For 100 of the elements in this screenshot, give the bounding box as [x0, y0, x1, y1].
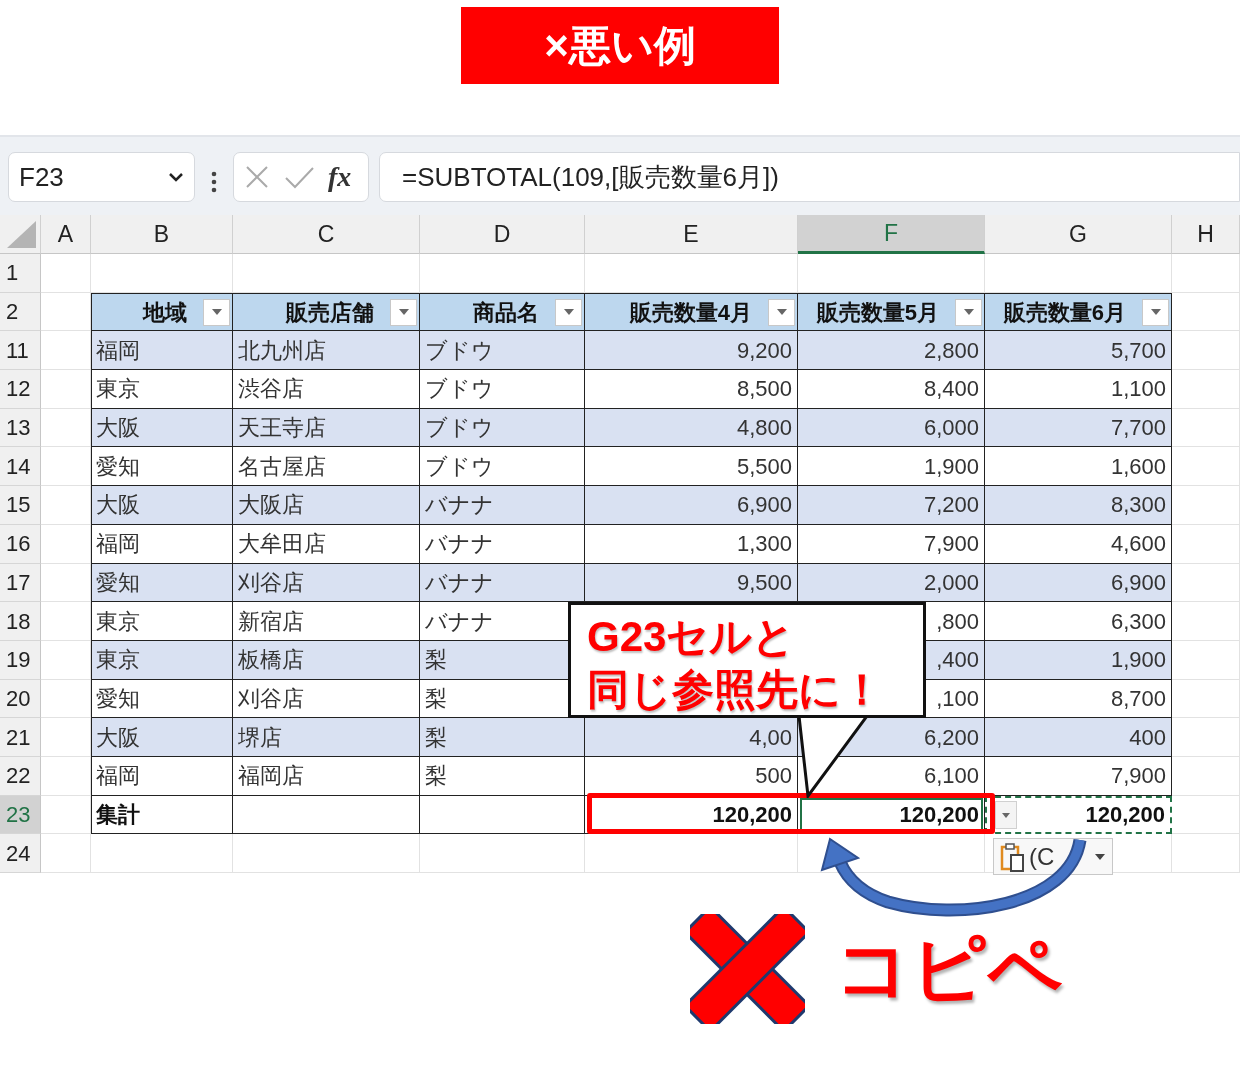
column-header[interactable]: H — [1172, 215, 1240, 254]
row-header[interactable]: 16 — [0, 524, 41, 564]
table-cell: バナナ — [420, 563, 585, 603]
filter-button[interactable] — [203, 298, 230, 326]
table-cell: ブドウ — [420, 331, 585, 371]
title-banner: ×悪い例 — [461, 7, 779, 84]
chevron-down-icon[interactable] — [168, 171, 184, 183]
table-cell: 6,000 — [798, 408, 985, 448]
row-header[interactable]: 15 — [0, 486, 41, 525]
caret-icon — [1149, 308, 1162, 317]
filter-button[interactable] — [1142, 298, 1169, 326]
row-header[interactable]: 2 — [0, 292, 41, 332]
empty-cell — [1172, 602, 1240, 641]
caption-text: コピペ — [835, 926, 1063, 1012]
table-cell: 梨 — [420, 756, 585, 796]
table-cell: 2,800 — [798, 331, 985, 371]
table-cell: 大牟田店 — [233, 524, 420, 564]
table-cell: 東京 — [91, 640, 233, 680]
column-heading: 商品名 — [473, 298, 539, 327]
caret-icon — [1001, 811, 1011, 819]
empty-cell — [1172, 524, 1240, 564]
table-cell: 福岡店 — [233, 756, 420, 796]
empty-cell — [1172, 370, 1240, 409]
column-header[interactable]: F — [798, 215, 985, 254]
table-cell: 6,300 — [985, 602, 1172, 641]
column-header[interactable]: E — [585, 215, 798, 254]
table-cell: 7,900 — [985, 756, 1172, 796]
table-cell: 大阪店 — [233, 486, 420, 525]
callout-text: G23セルと — [587, 612, 796, 662]
table-cell: 9,500 — [585, 563, 798, 603]
table-cell: 2,000 — [798, 563, 985, 603]
row-header[interactable]: 24 — [0, 834, 41, 873]
filter-button[interactable] — [768, 298, 795, 326]
caret-icon — [1094, 852, 1106, 861]
column-header[interactable]: C — [233, 215, 420, 254]
row-header[interactable]: 12 — [0, 370, 41, 409]
column-heading: 販売数量5月 — [816, 298, 939, 327]
table-cell: 4,600 — [985, 524, 1172, 564]
filter-button[interactable] — [390, 298, 417, 326]
table-cell: 1,100 — [985, 370, 1172, 409]
table-cell: 集計 — [91, 795, 233, 835]
column-header[interactable]: G — [985, 215, 1172, 254]
table-cell: 6,900 — [985, 563, 1172, 603]
dropdown-button[interactable] — [995, 801, 1017, 829]
row-header[interactable]: 1 — [0, 254, 41, 293]
table-cell: 4,00 — [585, 718, 798, 757]
table-cell: 福岡 — [91, 331, 233, 371]
table-cell: 1,900 — [985, 640, 1172, 680]
row-header[interactable]: 14 — [0, 447, 41, 487]
row-header[interactable]: 13 — [0, 408, 41, 448]
name-box[interactable]: F23 — [8, 152, 195, 202]
table-cell: 8,400 — [798, 370, 985, 409]
row-header[interactable]: 23 — [0, 795, 41, 835]
table-cell: 愛知 — [91, 563, 233, 603]
table-cell: 8,500 — [585, 370, 798, 409]
table-cell: 7,700 — [985, 408, 1172, 448]
table-cell: 堺店 — [233, 718, 420, 757]
table-cell: バナナ — [420, 524, 585, 564]
row-header[interactable]: 18 — [0, 602, 41, 641]
table-cell: ブドウ — [420, 370, 585, 409]
column-heading: 地域 — [143, 298, 187, 327]
row-header[interactable]: 20 — [0, 679, 41, 719]
empty-cell — [1172, 447, 1240, 487]
column-header[interactable]: B — [91, 215, 233, 254]
empty-cell — [1172, 795, 1240, 835]
empty-cell — [1172, 254, 1240, 293]
column-heading: 販売数量6月 — [1003, 298, 1126, 327]
more-icon[interactable] — [211, 170, 217, 193]
caret-icon — [210, 308, 223, 317]
table-cell: バナナ — [420, 486, 585, 525]
column-header[interactable]: D — [420, 215, 585, 254]
formula-bar[interactable]: =SUBTOTAL(109,[販売数量6月]) — [379, 152, 1240, 202]
table-cell: 東京 — [91, 370, 233, 409]
table-cell: 新宿店 — [233, 602, 420, 641]
table-cell: 1,300 — [585, 524, 798, 564]
filter-button[interactable] — [555, 298, 582, 326]
table-cell: 7,900 — [798, 524, 985, 564]
row-header[interactable]: 17 — [0, 563, 41, 603]
table-cell: 400 — [985, 718, 1172, 757]
table-cell: 東京 — [91, 602, 233, 641]
filter-button[interactable] — [955, 298, 982, 326]
row-header[interactable]: 21 — [0, 718, 41, 757]
table-cell: 5,700 — [985, 331, 1172, 371]
column-header[interactable]: A — [41, 215, 91, 254]
row-header[interactable]: 11 — [0, 331, 41, 371]
function-button[interactable]: fx — [328, 156, 352, 198]
table-cell: 120,200 — [585, 795, 798, 835]
caret-icon — [775, 308, 788, 317]
caret-icon — [397, 308, 410, 317]
table-cell: 渋谷店 — [233, 370, 420, 409]
clipboard-icon — [1000, 841, 1025, 872]
table-cell: 北九州店 — [233, 331, 420, 371]
table-cell: 8,300 — [985, 486, 1172, 525]
caret-icon — [562, 308, 575, 317]
column-heading: 販売数量4月 — [629, 298, 752, 327]
row-header[interactable]: 19 — [0, 640, 41, 680]
table-cell: 4,800 — [585, 408, 798, 448]
table-cell: 天王寺店 — [233, 408, 420, 448]
row-header[interactable]: 22 — [0, 756, 41, 796]
table-cell: 9,200 — [585, 331, 798, 371]
